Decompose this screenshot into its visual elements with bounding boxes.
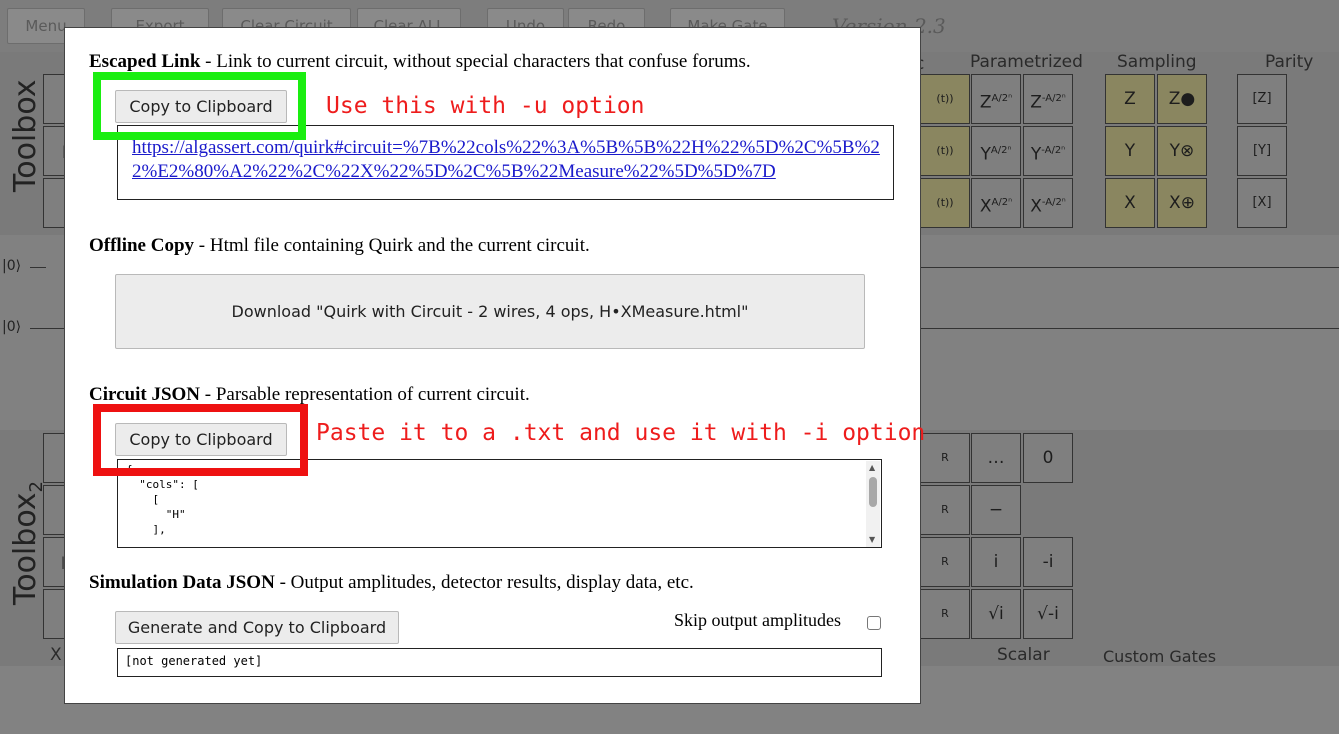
sqrt-i-gate[interactable]: √i — [971, 589, 1021, 639]
toolbox2-gate[interactable]: R — [920, 589, 970, 639]
scroll-down-icon[interactable]: ▼ — [869, 535, 875, 545]
toolbox2-gate[interactable]: R — [920, 485, 970, 535]
skip-amplitudes-label: Skip output amplitudes — [674, 610, 842, 630]
wire-label-1: |0⟩ — [2, 319, 22, 335]
green-highlight-box — [93, 72, 306, 140]
wire-0 — [921, 267, 1339, 268]
wire-label-0: |0⟩ — [2, 258, 22, 274]
escaped-link-heading: Escaped Link - Link to current circuit, … — [89, 51, 751, 72]
x-sampling-gate[interactable]: X — [1105, 178, 1155, 228]
x-neg-pow-gate[interactable]: X-A/2ⁿ — [1023, 178, 1073, 228]
simulation-output-box: [not generated yet] — [117, 648, 882, 677]
ellipsis-gate[interactable]: … — [971, 433, 1021, 483]
escaped-link-url[interactable]: https://algassert.com/quirk#circuit=%7B%… — [132, 136, 892, 184]
z-sampling-gate[interactable]: Z — [1105, 74, 1155, 124]
circuit-json-heading: Circuit JSON - Parsable representation o… — [89, 384, 530, 405]
green-annotation-text: Use this with -u option — [326, 93, 645, 119]
z-postselect-gate[interactable]: Z● — [1157, 74, 1207, 124]
wire-1 — [30, 328, 64, 329]
y-parity-gate[interactable]: [Y] — [1237, 126, 1287, 176]
category-sampling: Sampling — [1117, 52, 1197, 72]
toolbox-gate[interactable]: (t)) — [920, 74, 970, 124]
toolbox2-gate[interactable]: R — [920, 433, 970, 483]
y-sampling-gate[interactable]: Y — [1105, 126, 1155, 176]
i-gate[interactable]: i — [971, 537, 1021, 587]
z-parity-gate[interactable]: [Z] — [1237, 74, 1287, 124]
json-scrollbar[interactable]: ▲ ▼ — [866, 461, 880, 547]
offline-copy-heading: Offline Copy - Html file containing Quir… — [89, 235, 590, 256]
category-label-partial: X — [50, 645, 62, 665]
x-parity-gate[interactable]: [X] — [1237, 178, 1287, 228]
z-pow-gate[interactable]: ZA/2ⁿ — [971, 74, 1021, 124]
red-annotation-text: Paste it to a .txt and use it with -i op… — [316, 420, 926, 446]
scroll-up-icon[interactable]: ▲ — [869, 463, 875, 473]
toolbox2-label: Toolbox2 — [8, 481, 47, 605]
minus-i-gate[interactable]: -i — [1023, 537, 1073, 587]
toolbox2-gate[interactable]: R — [920, 537, 970, 587]
simulation-output-text: [not generated yet] — [125, 654, 263, 668]
scroll-thumb[interactable] — [869, 477, 877, 507]
y-neg-pow-gate[interactable]: Y-A/2ⁿ — [1023, 126, 1073, 176]
sqrt-minus-i-gate[interactable]: √-i — [1023, 589, 1073, 639]
red-highlight-box — [93, 404, 308, 476]
minus-one-gate[interactable]: − — [971, 485, 1021, 535]
x-pow-gate[interactable]: XA/2ⁿ — [971, 178, 1021, 228]
category-parity: Parity — [1265, 52, 1314, 72]
category-scalar: Scalar — [997, 645, 1050, 665]
category-parametrized: Parametrized — [970, 52, 1083, 72]
skip-amplitudes-checkbox[interactable] — [867, 616, 881, 630]
x-postselect-gate[interactable]: X⊕ — [1157, 178, 1207, 228]
wire-0 — [30, 267, 46, 268]
toolbox-label: Toolbox — [8, 79, 43, 193]
wire-1 — [921, 328, 1339, 329]
y-postselect-gate[interactable]: Y⊗ — [1157, 126, 1207, 176]
zero-gate[interactable]: 0 — [1023, 433, 1073, 483]
category-custom-gates: Custom Gates — [1103, 647, 1217, 666]
toolbox-gate[interactable]: (t)) — [920, 126, 970, 176]
generate-copy-button[interactable]: Generate and Copy to Clipboard — [115, 611, 399, 644]
z-neg-pow-gate[interactable]: Z-A/2ⁿ — [1023, 74, 1073, 124]
simulation-json-heading: Simulation Data JSON - Output amplitudes… — [89, 572, 694, 593]
download-html-button[interactable]: Download "Quirk with Circuit - 2 wires, … — [115, 274, 865, 349]
toolbox-gate[interactable]: (t)) — [920, 178, 970, 228]
y-pow-gate[interactable]: YA/2ⁿ — [971, 126, 1021, 176]
